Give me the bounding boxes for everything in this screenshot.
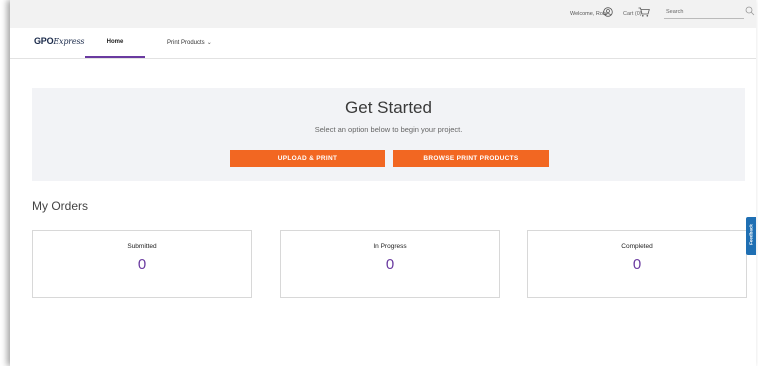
feedback-tab[interactable]: Feedback: [746, 217, 756, 255]
hero-title: Get Started: [345, 98, 432, 117]
nav-print-products-label: Print Products: [167, 40, 205, 46]
site-logo[interactable]: GPOExpress: [34, 36, 84, 46]
feedback-label: Feedback: [748, 224, 754, 245]
hero-subtitle: Select an option below to begin your pro…: [314, 125, 463, 134]
card-label: Completed: [621, 243, 653, 250]
nav-home-tab[interactable]: Home: [85, 39, 145, 45]
active-tab-indicator: [85, 56, 145, 58]
nav-print-products-menu[interactable]: Print Products ⌄: [167, 39, 212, 46]
welcome-text: Welcome, Rob!: [570, 11, 608, 17]
completed-orders-card[interactable]: Completed 0: [527, 230, 747, 298]
cart-icon[interactable]: [638, 7, 650, 17]
chevron-down-icon: ⌄: [206, 40, 212, 46]
upload-print-button[interactable]: UPLOAD & PRINT: [230, 150, 385, 167]
search-icon[interactable]: [745, 6, 755, 16]
card-count: 0: [385, 256, 395, 273]
card-count: 0: [137, 256, 147, 273]
card-label: Submitted: [127, 243, 157, 250]
card-label: In Progress: [373, 243, 407, 250]
my-orders-heading: My Orders: [32, 199, 89, 213]
browse-print-products-button[interactable]: BROWSE PRINT PRODUCTS: [393, 150, 549, 167]
get-started-panel: Get Started Select an option below to be…: [32, 88, 745, 181]
account-circle-icon[interactable]: [603, 7, 613, 17]
card-count: 0: [632, 256, 642, 273]
browser-window: Welcome, Rob! Cart (0) GPOExpress Home P…: [10, 0, 756, 366]
submitted-orders-card[interactable]: Submitted 0: [32, 230, 252, 298]
in-progress-orders-card[interactable]: In Progress 0: [280, 230, 500, 298]
search-input[interactable]: [664, 6, 744, 19]
utility-bar: Welcome, Rob! Cart (0): [10, 0, 756, 28]
main-nav: GPOExpress Home Print Products ⌄: [10, 28, 756, 59]
